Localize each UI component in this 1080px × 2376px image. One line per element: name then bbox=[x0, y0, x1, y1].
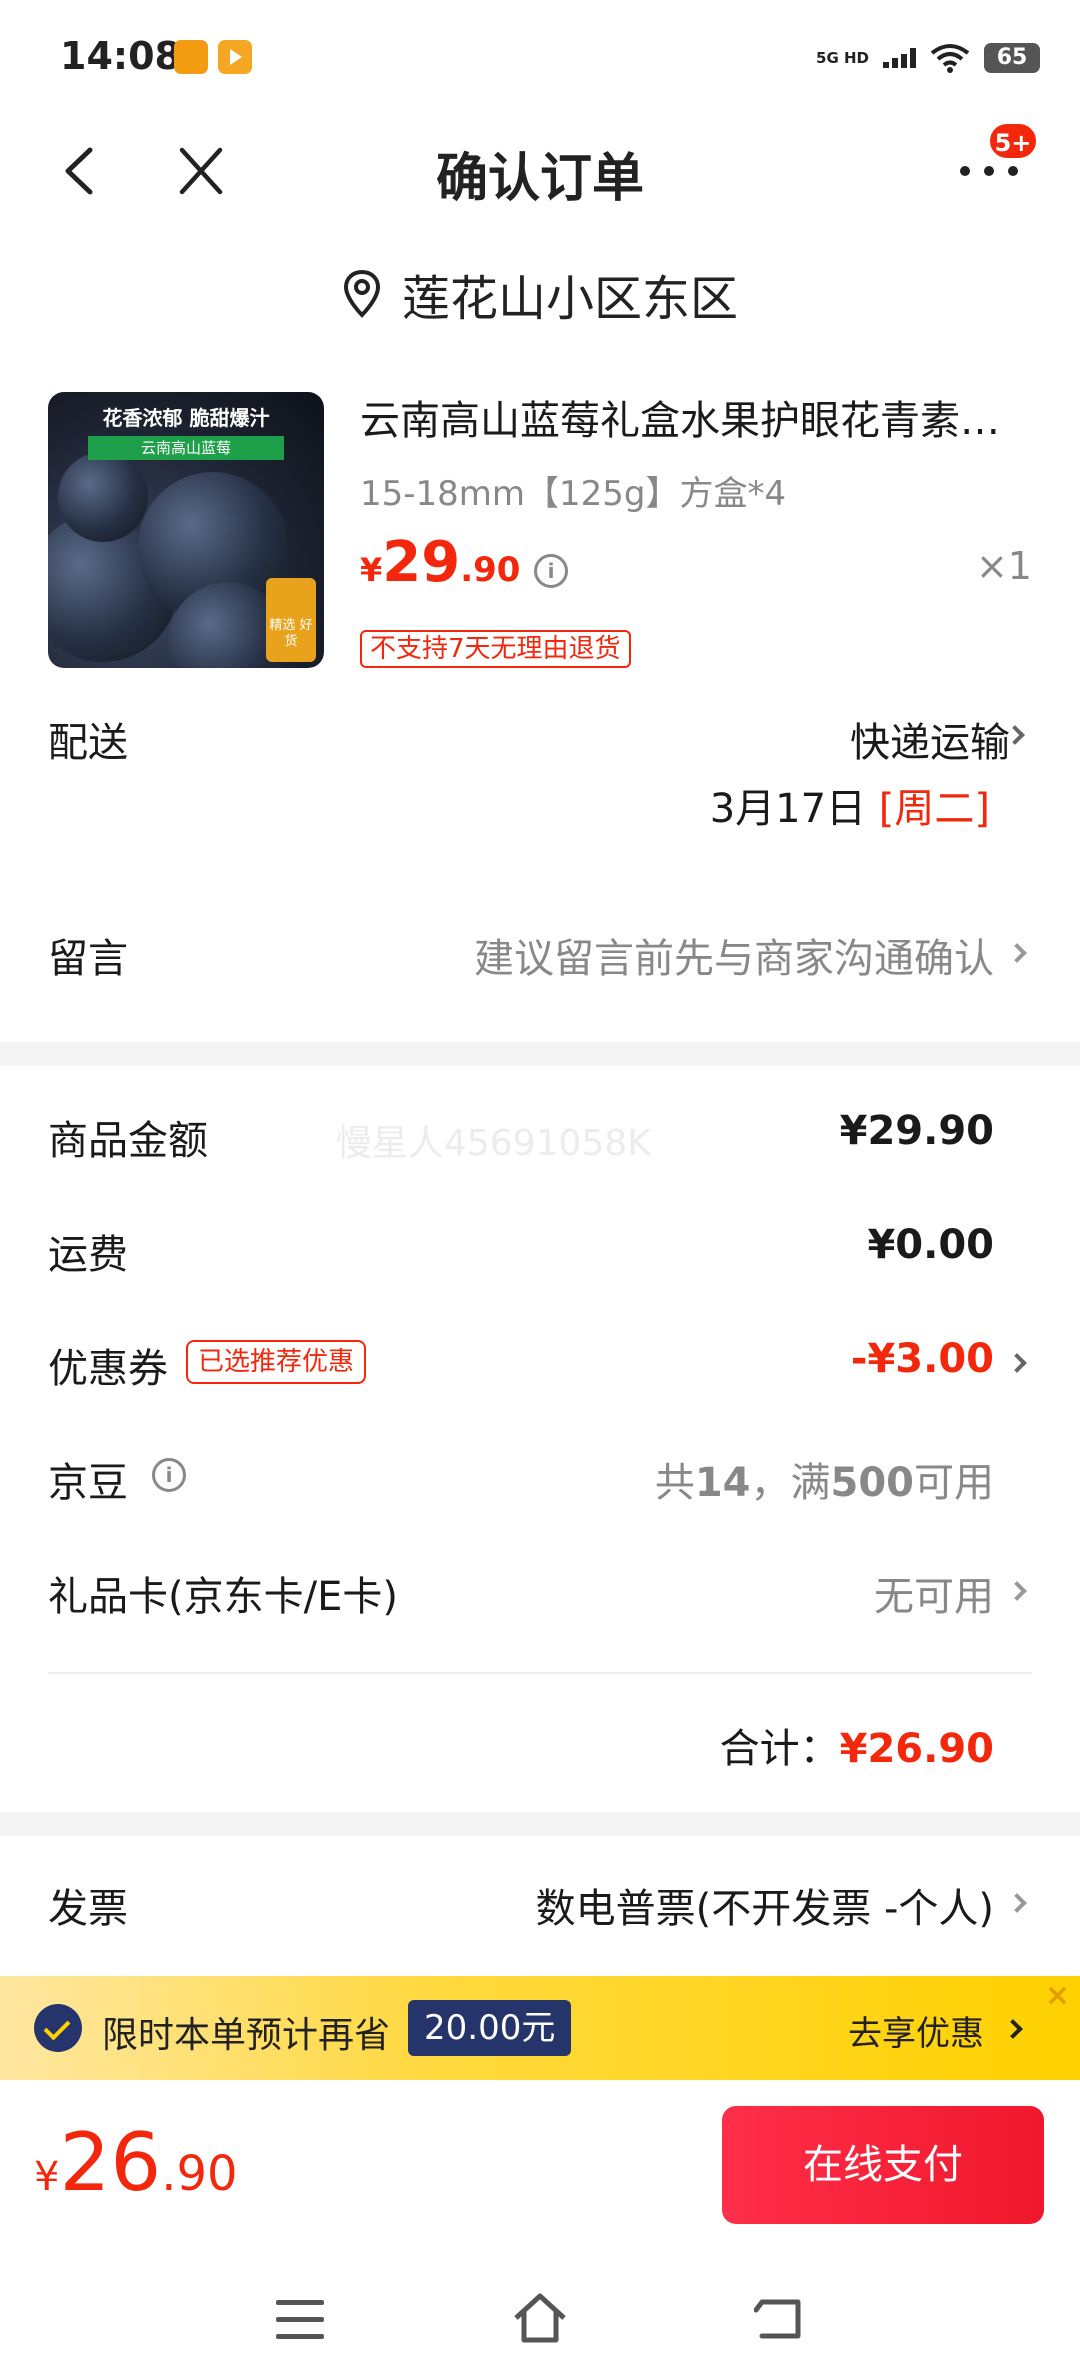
online-pay-button[interactable]: 在线支付 bbox=[722, 2106, 1044, 2224]
jd-beans-info-icon[interactable]: i bbox=[152, 1458, 186, 1492]
app-notification-icon bbox=[174, 40, 208, 74]
invoice-value[interactable]: 数电普票(不开发票 -个人) bbox=[536, 1876, 994, 1934]
location-pin-icon bbox=[343, 269, 380, 318]
gift-card-chevron-icon bbox=[1007, 1581, 1027, 1601]
section-divider bbox=[0, 1042, 1080, 1066]
promo-crown-icon bbox=[34, 2004, 82, 2052]
price-integer: 29 bbox=[382, 530, 461, 595]
home-icon[interactable] bbox=[512, 2290, 568, 2346]
address-text: 莲花山小区东区 bbox=[401, 271, 738, 327]
message-input[interactable]: 建议留言前先与商家沟通确认 bbox=[474, 926, 994, 984]
gift-card-value[interactable]: 无可用 bbox=[874, 1564, 994, 1622]
promo-close-icon[interactable]: × bbox=[1045, 1978, 1070, 2013]
bottom-price-symbol: ¥ bbox=[34, 2154, 60, 2200]
image-caption-top: 花香浓郁 脆甜爆汁 bbox=[102, 406, 270, 430]
beans-mid: ，满 bbox=[750, 1460, 831, 1506]
product-image[interactable]: 花香浓郁 脆甜爆汁 云南高山蓝莓 精选 好货 bbox=[48, 392, 324, 668]
notification-badge: 5+ bbox=[988, 122, 1038, 160]
delivery-date: 3月17日 bbox=[709, 786, 867, 832]
status-time: 14:08 bbox=[60, 34, 181, 78]
price-symbol: ¥ bbox=[360, 551, 383, 589]
shipping-value: ¥0.00 bbox=[867, 1222, 994, 1268]
coupon-chevron-icon bbox=[1007, 1353, 1027, 1373]
price-info-icon[interactable]: i bbox=[534, 554, 568, 588]
summary-divider bbox=[48, 1672, 1032, 1674]
bottom-price-integer: 26 bbox=[59, 2116, 162, 2209]
section-divider bbox=[0, 1812, 1080, 1836]
invoice-chevron-icon bbox=[1007, 1893, 1027, 1913]
promo-text: 限时本单预计再省 bbox=[102, 2015, 391, 2056]
signal-icon bbox=[883, 48, 916, 68]
promo-banner[interactable]: 限时本单预计再省 20.00元 去享优惠 × bbox=[0, 1976, 1080, 2080]
product-quantity: ×1 bbox=[975, 544, 1032, 588]
delivery-weekday: [周二] bbox=[878, 786, 990, 832]
battery-icon: 65 bbox=[984, 43, 1040, 73]
goods-amount-label: 商品金额 bbox=[48, 1118, 208, 1164]
menu-icon[interactable] bbox=[276, 2300, 324, 2340]
message-chevron-icon bbox=[1007, 943, 1027, 963]
network-label: 5G HD bbox=[816, 49, 869, 67]
total-row: 合计：¥26.90 bbox=[720, 1716, 994, 1774]
watermark-text: 慢星人45691058K bbox=[336, 1123, 651, 1164]
delivery-address[interactable]: 莲花山小区东区 bbox=[0, 258, 1080, 330]
coupon-tag: 已选推荐优惠 bbox=[186, 1340, 367, 1384]
goods-amount-value: ¥29.90 bbox=[839, 1108, 994, 1154]
jd-beans-value: 共14，满500可用 bbox=[655, 1450, 994, 1508]
page-title: 确认订单 bbox=[435, 149, 644, 209]
product-spec: 15-18mm【125g】方盒*4 bbox=[360, 474, 787, 514]
price-decimal: .90 bbox=[460, 550, 521, 590]
return-policy-tag: 不支持7天无理由退货 bbox=[360, 630, 631, 668]
bottom-total-price: ¥ 26 .90 bbox=[34, 2116, 238, 2209]
delivery-method[interactable]: 快递运输 bbox=[850, 710, 1010, 768]
message-label: 留言 bbox=[48, 936, 128, 982]
product-title[interactable]: 云南高山蓝莓礼盒水果护眼花青素… bbox=[360, 388, 1020, 446]
beans-suffix: 可用 bbox=[914, 1460, 994, 1506]
total-value: ¥26.90 bbox=[839, 1726, 994, 1772]
wifi-icon bbox=[930, 44, 970, 73]
coupon-value[interactable]: -¥3.00 bbox=[851, 1336, 994, 1382]
product-price: ¥ 29 .90 bbox=[360, 530, 520, 595]
delivery-date-row[interactable]: 3月17日 [周二] bbox=[710, 776, 990, 834]
promo-amount: 20.00元 bbox=[408, 2000, 572, 2056]
system-nav-bar bbox=[0, 2250, 1080, 2376]
delivery-label: 配送 bbox=[48, 720, 128, 766]
jd-beans-label: 京豆 bbox=[48, 1460, 128, 1506]
total-label: 合计： bbox=[719, 1726, 840, 1772]
beans-count: 14 bbox=[694, 1460, 751, 1506]
shipping-label: 运费 bbox=[48, 1232, 128, 1278]
crown-badge-icon: 精选 好货 bbox=[266, 578, 316, 662]
invoice-label: 发票 bbox=[48, 1886, 128, 1932]
beans-threshold: 500 bbox=[830, 1460, 915, 1506]
bottom-price-decimal: .90 bbox=[161, 2146, 238, 2202]
image-caption-bottom: 云南高山蓝莓 bbox=[88, 436, 284, 460]
video-app-icon bbox=[218, 40, 252, 74]
status-indicators: 5G HD 65 bbox=[816, 36, 1040, 80]
gift-card-label: 礼品卡(京东卡/E卡) bbox=[48, 1574, 398, 1620]
coupon-label: 优惠券 bbox=[48, 1346, 168, 1392]
back-nav-icon[interactable] bbox=[754, 2296, 804, 2342]
beans-prefix: 共 bbox=[654, 1460, 695, 1506]
promo-chevron-icon bbox=[1003, 2019, 1023, 2039]
promo-action[interactable]: 去享优惠 bbox=[848, 2006, 984, 2055]
status-bar: 14:08 5G HD 65 bbox=[0, 0, 1080, 110]
